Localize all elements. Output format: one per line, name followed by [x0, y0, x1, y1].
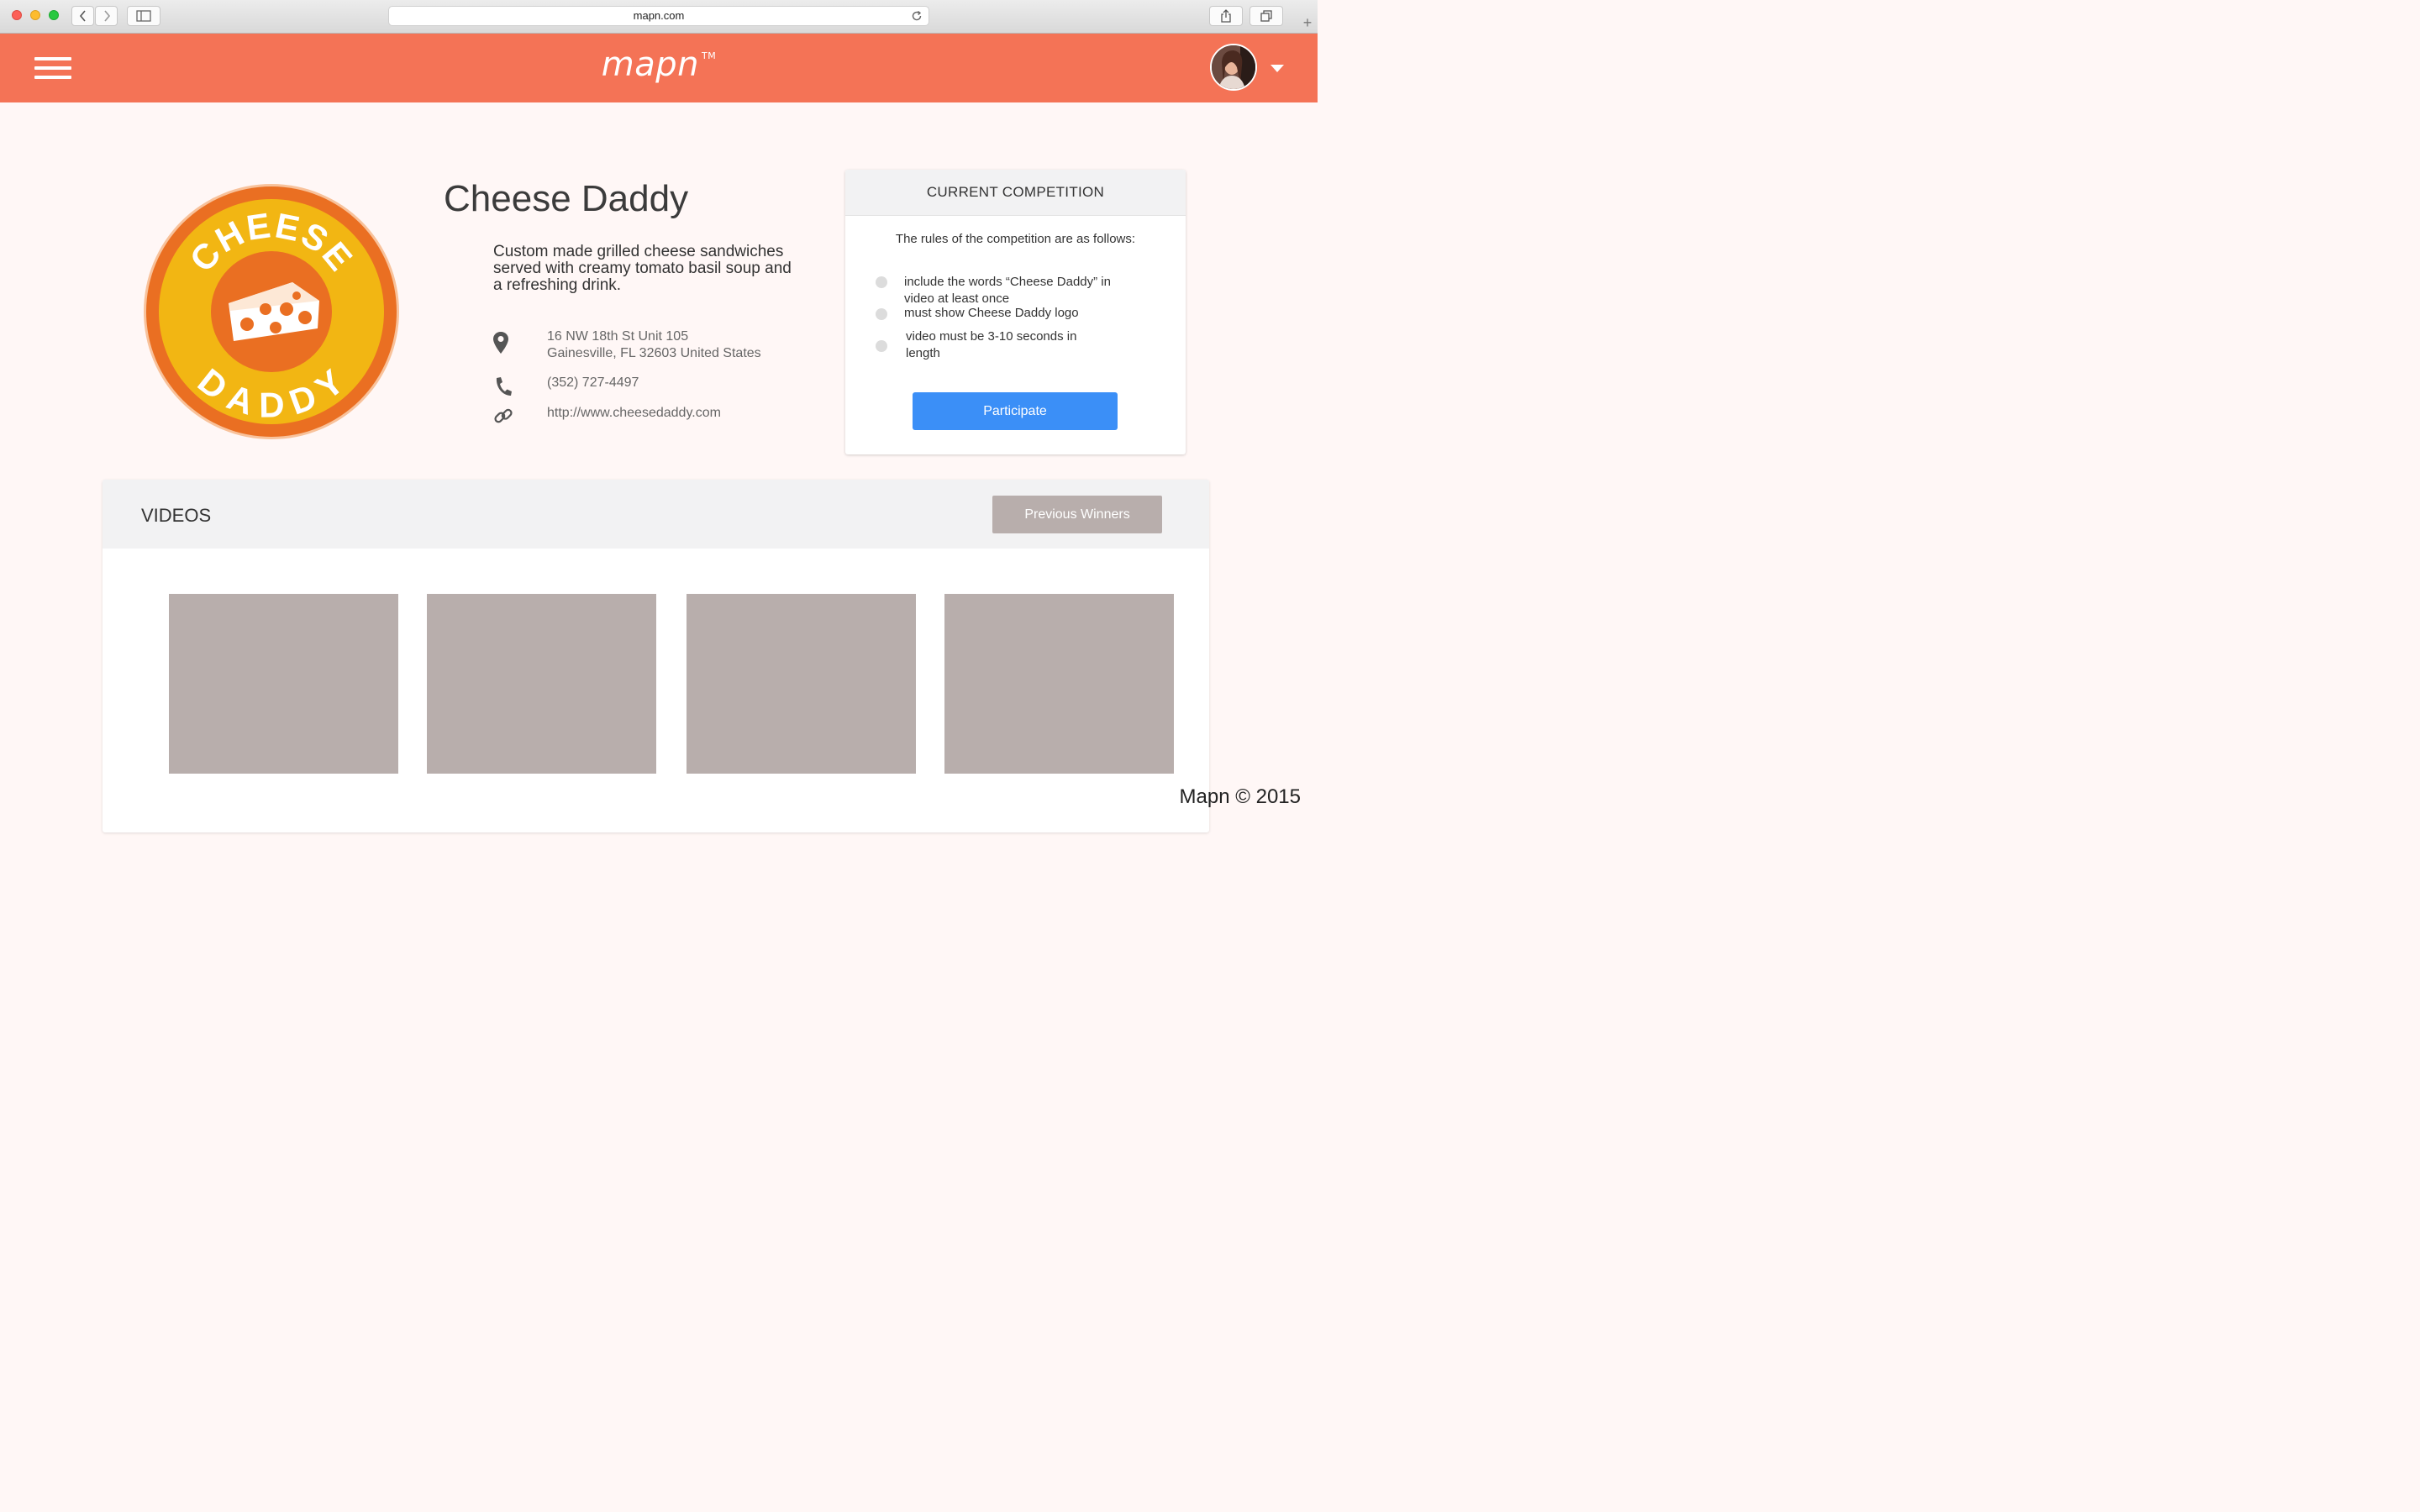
rule-text: video must be 3-10 seconds in length — [906, 329, 1077, 360]
link-icon — [494, 408, 513, 423]
chevron-right-icon — [103, 10, 110, 22]
app-logo[interactable]: mapn TM — [0, 45, 1318, 84]
video-thumbnail[interactable] — [427, 594, 656, 774]
copyright-footer: Mapn © 2015 — [1179, 785, 1301, 808]
competition-intro: The rules of the competition are as foll… — [895, 232, 1136, 246]
competition-title: CURRENT COMPETITION — [845, 170, 1186, 216]
participate-button[interactable]: Participate — [913, 392, 1118, 430]
rule-item: include the words “Cheese Daddy” in vide… — [876, 274, 1153, 307]
phone-number[interactable]: (352) 727-4497 — [547, 375, 639, 391]
rule-text: include the words “Cheese Daddy” in vide… — [904, 275, 1111, 306]
address: 16 NW 18th St Unit 105 Gainesville, FL 3… — [547, 328, 761, 362]
rule-item: must show Cheese Daddy logo — [876, 305, 1153, 322]
address-line-1: 16 NW 18th St Unit 105 — [547, 329, 689, 344]
tabs-icon — [1260, 10, 1272, 22]
forward-button[interactable] — [95, 6, 118, 26]
url-text: mapn.com — [633, 9, 685, 22]
videos-title: VIDEOS — [141, 505, 212, 526]
sidebar-toggle-button[interactable] — [127, 6, 160, 26]
new-tab-icon[interactable]: + — [1297, 13, 1318, 33]
user-photo — [1212, 45, 1255, 89]
website-link[interactable]: http://www.cheesedaddy.com — [547, 405, 721, 422]
video-thumbnail[interactable] — [687, 594, 916, 774]
share-button[interactable] — [1209, 6, 1243, 26]
videos-panel: VIDEOS Previous Winners — [103, 480, 1209, 832]
app-header: mapn TM — [0, 34, 1318, 102]
logo-text: mapn — [601, 45, 699, 84]
chevron-down-icon[interactable] — [1270, 65, 1284, 72]
avatar[interactable] — [1210, 44, 1257, 91]
rule-item: video must be 3-10 seconds in length — [876, 328, 1153, 362]
close-window-button[interactable] — [12, 10, 22, 20]
video-thumbnail[interactable] — [944, 594, 1174, 774]
zoom-window-button[interactable] — [49, 10, 59, 20]
rule-text: must show Cheese Daddy logo — [904, 306, 1079, 320]
reload-icon[interactable] — [911, 10, 923, 22]
bullet-icon — [876, 276, 887, 288]
trademark-mark: TM — [702, 50, 717, 61]
chevron-left-icon — [79, 10, 86, 22]
video-thumbnail[interactable] — [169, 594, 398, 774]
business-name: Cheese Daddy — [444, 178, 689, 219]
location-pin-icon — [493, 332, 508, 354]
business-logo: CHEESE DADDY — [144, 184, 399, 439]
back-button[interactable] — [71, 6, 94, 26]
sidebar-icon — [136, 10, 151, 22]
browser-toolbar: mapn.com + — [0, 0, 1318, 34]
phone-icon — [496, 377, 512, 396]
business-description: Custom made grilled cheese sandwiches se… — [493, 243, 792, 294]
bullet-icon — [876, 340, 887, 352]
competition-card: CURRENT COMPETITION The rules of the com… — [845, 170, 1186, 454]
address-line-2: Gainesville, FL 32603 United States — [547, 346, 761, 360]
previous-winners-button[interactable]: Previous Winners — [992, 496, 1162, 533]
address-bar[interactable]: mapn.com — [388, 6, 929, 26]
tabs-overview-button[interactable] — [1249, 6, 1283, 26]
share-icon — [1221, 9, 1231, 23]
videos-header: VIDEOS Previous Winners — [103, 480, 1209, 549]
bullet-icon — [876, 308, 887, 320]
minimize-window-button[interactable] — [30, 10, 40, 20]
